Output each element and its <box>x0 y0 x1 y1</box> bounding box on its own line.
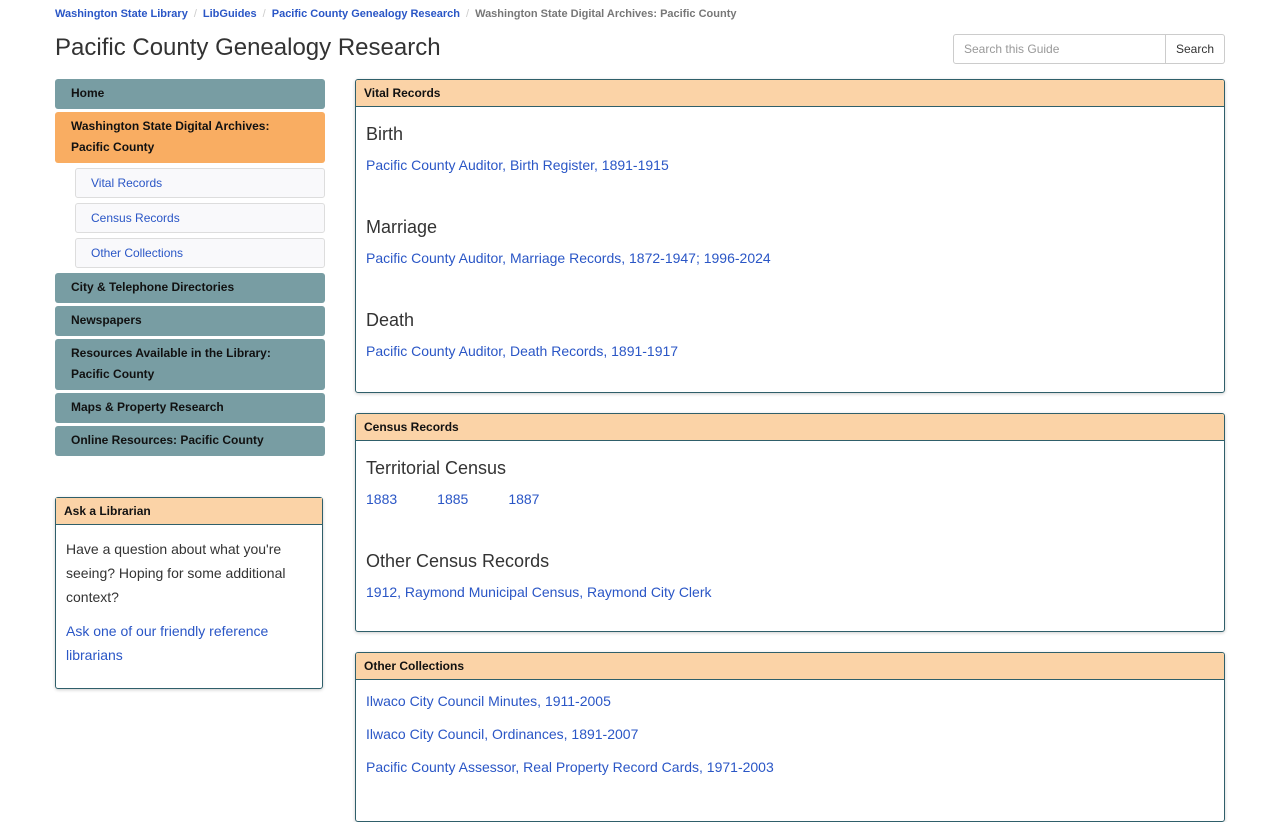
search-button[interactable]: Search <box>1166 34 1225 64</box>
breadcrumb-link[interactable]: Pacific County Genealogy Research <box>272 8 460 20</box>
panel-title: Census Records <box>356 414 1224 441</box>
nav-library-resources[interactable]: Resources Available in the Library: Paci… <box>55 339 325 390</box>
nav-home[interactable]: Home <box>55 79 325 109</box>
breadcrumb-link[interactable]: LibGuides <box>203 8 257 20</box>
nav-online-resources[interactable]: Online Resources: Pacific County <box>55 426 325 456</box>
subnav-vital-records[interactable]: Vital Records <box>75 168 325 198</box>
search-form: Search <box>953 34 1225 64</box>
marriage-heading: Marriage <box>366 217 438 237</box>
census-1885-link[interactable]: 1885 <box>437 491 468 507</box>
panel-title: Other Collections <box>356 653 1224 680</box>
nav-digital-archives[interactable]: Washington State Digital Archives: Pacif… <box>55 112 325 163</box>
sidebar-nav: Home Washington State Digital Archives: … <box>55 79 325 459</box>
subnav-other-collections[interactable]: Other Collections <box>75 238 325 268</box>
nav-maps-property[interactable]: Maps & Property Research <box>55 393 325 423</box>
territorial-heading: Territorial Census <box>366 458 507 478</box>
ask-text: Have a question about what you're seeing… <box>66 541 286 605</box>
birth-heading: Birth <box>366 124 404 144</box>
collection-link[interactable]: Ilwaco City Council Minutes, 1911-2005 <box>366 693 1214 709</box>
breadcrumb-link[interactable]: Washington State Library <box>55 8 188 20</box>
census-records-panel: Census Records Territorial Census 1883 18… <box>355 413 1225 632</box>
marriage-link[interactable]: Pacific County Auditor, Marriage Records… <box>366 250 1214 266</box>
nav-newspapers[interactable]: Newspapers <box>55 306 325 336</box>
census-1887-link[interactable]: 1887 <box>508 491 539 507</box>
other-census-heading: Other Census Records <box>366 551 550 571</box>
nav-directories[interactable]: City & Telephone Directories <box>55 273 325 303</box>
birth-link[interactable]: Pacific County Auditor, Birth Register, … <box>366 157 1214 173</box>
collection-link[interactable]: Pacific County Assessor, Real Property R… <box>366 759 1214 775</box>
breadcrumb-current: Washington State Digital Archives: Pacif… <box>475 8 737 20</box>
subnav-census-records[interactable]: Census Records <box>75 203 325 233</box>
ask-title: Ask a Librarian <box>56 498 322 525</box>
page-title: Pacific County Genealogy Research <box>55 34 441 61</box>
raymond-census-link[interactable]: 1912, Raymond Municipal Census, Raymond … <box>366 584 1214 600</box>
other-collections-panel: Other Collections Ilwaco City Council Mi… <box>355 652 1225 822</box>
death-heading: Death <box>366 310 415 330</box>
panel-title: Vital Records <box>356 80 1224 107</box>
census-years: 1883 1885 1887 <box>366 491 1214 507</box>
ask-librarian-box: Ask a Librarian Have a question about wh… <box>55 497 323 689</box>
ask-link[interactable]: Ask one of our friendly reference librar… <box>66 623 268 663</box>
death-link[interactable]: Pacific County Auditor, Death Records, 1… <box>366 343 1214 359</box>
search-input[interactable] <box>953 34 1166 64</box>
census-1883-link[interactable]: 1883 <box>366 491 397 507</box>
vital-records-panel: Vital Records Birth Pacific County Audit… <box>355 79 1225 393</box>
collection-link[interactable]: Ilwaco City Council, Ordinances, 1891-20… <box>366 726 1214 742</box>
breadcrumb: Washington State Library / LibGuides / Pacif… <box>55 8 737 20</box>
